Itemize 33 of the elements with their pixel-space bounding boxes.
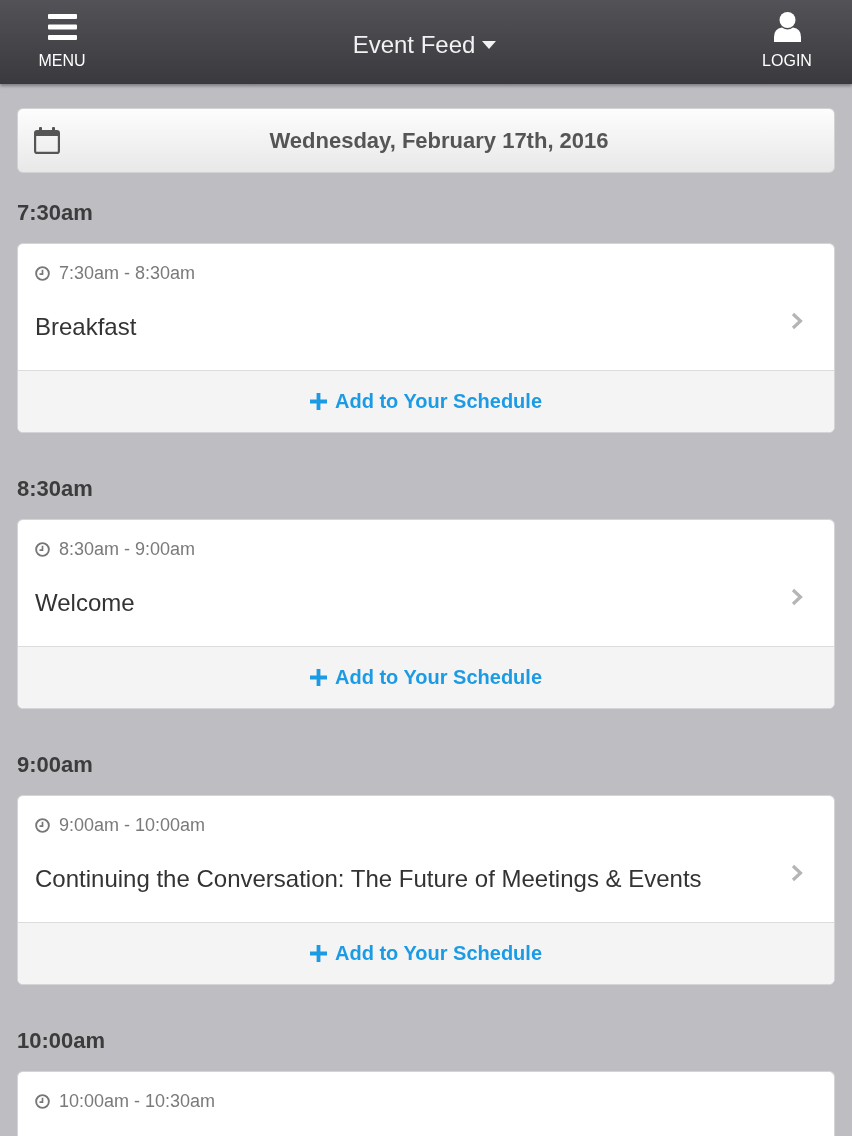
menu-button[interactable]: MENU: [14, 0, 110, 84]
event-title: Continuing the Conversation: The Future of Meetings & Events: [35, 864, 702, 894]
event-time: 10:00am - 10:30am: [59, 1090, 216, 1113]
event-time: 7:30am - 8:30am: [59, 262, 196, 285]
time-heading: 7:30am: [17, 199, 93, 227]
clock-icon: [35, 541, 50, 557]
event-card[interactable]: 9:00am - 10:00am Continuing the Conversation: The Future of Meetings & Events Add to Your Schedule: [17, 795, 835, 985]
clock-icon: [35, 265, 50, 281]
event-card[interactable]: 7:30am - 8:30am Breakfast Add to Your Schedule: [17, 243, 835, 433]
chevron-right-icon: [791, 864, 803, 882]
date-selector[interactable]: Wednesday, February 17th, 2016: [17, 108, 835, 173]
plus-icon: [309, 393, 327, 410]
calendar-icon: [34, 127, 60, 154]
event-card[interactable]: 8:30am - 9:00am Welcome Add to Your Schedule: [17, 519, 835, 709]
clock-icon: [35, 817, 50, 833]
chevron-right-icon: [791, 312, 803, 330]
event-card[interactable]: 10:00am - 10:30am: [17, 1071, 835, 1136]
plus-icon: [309, 669, 327, 686]
event-time: 9:00am - 10:00am: [59, 814, 206, 837]
event-title: Welcome: [35, 588, 135, 618]
feed-dropdown[interactable]: Event Feed: [352, 31, 497, 59]
user-icon: [773, 12, 801, 42]
caret-down-icon: [482, 41, 497, 49]
login-button[interactable]: LOGIN: [739, 0, 835, 84]
menu-icon: [47, 14, 77, 40]
chevron-right-icon: [791, 588, 803, 606]
time-heading: 9:00am: [17, 751, 93, 779]
clock-icon: [35, 1093, 50, 1109]
plus-icon: [309, 945, 327, 962]
event-time: 8:30am - 9:00am: [59, 538, 196, 561]
time-heading: 8:30am: [17, 475, 93, 503]
time-heading: 10:00am: [17, 1027, 106, 1055]
event-title: Breakfast: [35, 312, 137, 342]
